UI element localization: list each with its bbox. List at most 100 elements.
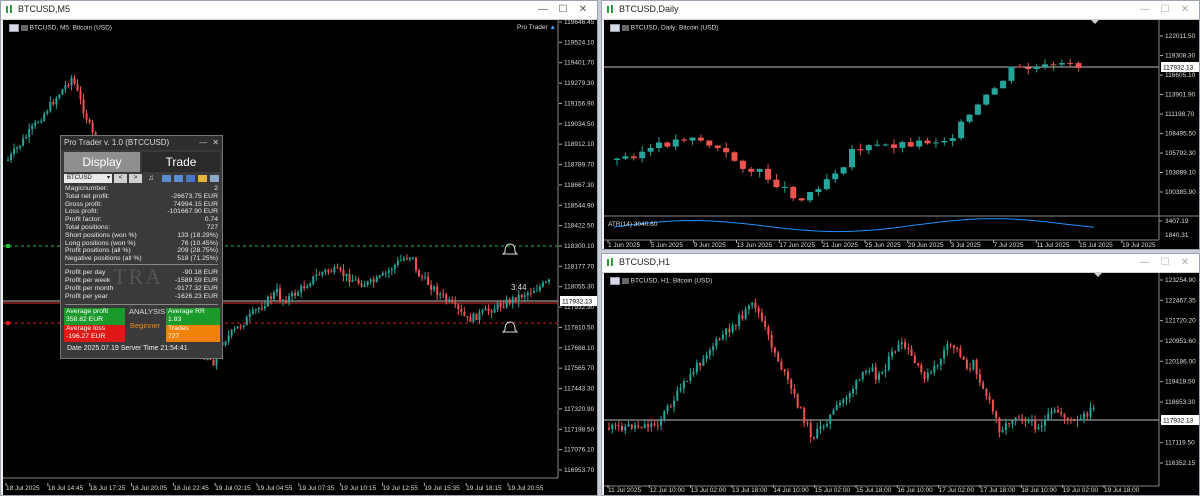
maximize-button[interactable]: ☐ <box>1157 256 1173 270</box>
candle-body <box>725 328 728 335</box>
candle-body <box>1050 64 1057 66</box>
candle-body <box>686 380 689 382</box>
close-button[interactable]: ✕ <box>1177 3 1193 17</box>
price-axis-label: 117565.70 <box>564 365 595 372</box>
candle-body <box>714 145 721 149</box>
chart-canvas-daily[interactable]: 122011.50 119308.30 116605.10 113901.90 1111… <box>604 20 1199 249</box>
candle-body <box>327 269 330 272</box>
candle-body <box>757 307 760 313</box>
stat-label: Profit positions (all %) <box>65 247 131 255</box>
stat-label: Magicnumber: <box>65 185 109 192</box>
price-axis-label: 119034.50 <box>564 121 595 128</box>
chart-window-h1[interactable]: BTCUSD,H1 — ☐ ✕ 123254.90 122467.35 121720… <box>601 253 1200 496</box>
divider <box>65 264 218 265</box>
candle-body <box>765 168 772 180</box>
candle-chart-icon[interactable] <box>174 175 183 182</box>
tab-display[interactable]: Display <box>64 152 140 172</box>
candle-body <box>731 152 738 161</box>
candle-body <box>333 267 336 273</box>
candle-body <box>291 292 294 297</box>
candle-body <box>538 286 541 291</box>
bell-icon[interactable]: ♫ <box>148 173 154 182</box>
candle-body <box>865 145 872 151</box>
candle-body <box>887 356 890 370</box>
candle-body <box>230 329 233 336</box>
window-titlebar[interactable]: BTCUSD,H1 — ☐ ✕ <box>602 254 1199 273</box>
candle-body <box>643 424 646 429</box>
time-axis-label: 29 Jun 2025 <box>908 242 944 249</box>
candle-body <box>1000 80 1007 89</box>
profit-value: -1626.23 EUR <box>174 293 218 300</box>
candle-body <box>634 425 637 429</box>
close-button[interactable]: ✕ <box>575 3 591 17</box>
window-titlebar[interactable]: BTCUSD,M5 — ☐ ✕ <box>1 1 597 20</box>
price-axis-label: 117688.10 <box>564 345 595 352</box>
candle-body <box>73 77 76 84</box>
chart-window-daily[interactable]: BTCUSD,Daily — ☐ ✕ 122011.50 119308.30 116… <box>601 0 1200 250</box>
candle-body <box>930 372 933 374</box>
stat-value: 518 (71.25%) <box>177 255 218 263</box>
candle-body <box>756 168 763 172</box>
price-axis-label: 116953.70 <box>564 467 595 474</box>
pro-trader-panel[interactable]: Pro Trader v. 1.0 (BTCCUSD) — ✕ Display … <box>60 135 223 359</box>
chart-window-m5[interactable]: BTCUSD,M5 — ☐ ✕ 119646.45 119524.10 119401… <box>0 0 598 496</box>
chart-canvas-h1[interactable]: 123254.90 122467.35 121720.20 120951.60 1201… <box>604 273 1199 495</box>
candle-body <box>460 309 463 312</box>
maximize-button[interactable]: ☐ <box>1157 3 1173 17</box>
candle-body <box>702 358 705 366</box>
candle-body <box>689 137 696 141</box>
time-axis-label: 3 Jul 2025 <box>951 242 981 249</box>
profit-row: Profit per week -1589.59 EUR <box>65 277 218 285</box>
candle-body <box>544 281 547 283</box>
price-axis-label: 120951.60 <box>1165 338 1196 345</box>
candle-body <box>890 144 897 148</box>
minimize-button[interactable]: — <box>1137 3 1153 17</box>
next-button[interactable]: > <box>129 174 142 183</box>
bar-chart-icon[interactable] <box>162 175 171 182</box>
shift-marker-icon <box>1094 273 1102 277</box>
candle-body <box>46 111 49 114</box>
candle-body <box>1092 407 1095 409</box>
candle-body <box>457 304 460 310</box>
time-axis-label: 21 Jun 2025 <box>822 242 858 249</box>
symbol-icon <box>621 278 629 284</box>
maximize-button[interactable]: ☐ <box>555 3 571 17</box>
chart-plot-daily[interactable]: 122011.50 119308.30 116605.10 113901.90 1111… <box>604 20 1199 249</box>
candle-body <box>855 380 858 389</box>
time-axis-label: 13 Jul 18:00 <box>732 487 768 494</box>
candle-body <box>82 99 85 114</box>
candle-body <box>451 299 454 303</box>
time-axis-label: 18 Jul 17:25 <box>90 485 126 492</box>
panel-minimize-button[interactable]: — <box>199 136 207 150</box>
close-button[interactable]: ✕ <box>1177 256 1193 270</box>
candle-body <box>22 138 25 146</box>
candle-body <box>206 358 209 360</box>
candle-body <box>28 129 31 138</box>
candle-body <box>697 137 704 141</box>
candle-body <box>541 282 544 287</box>
candle-body <box>647 147 654 152</box>
minimize-button[interactable]: — <box>1137 256 1153 270</box>
candle-body <box>472 313 475 322</box>
stat-value: 76 (10.45%) <box>180 239 218 247</box>
settings-icon[interactable] <box>210 175 219 182</box>
candle-body <box>493 308 496 313</box>
chart-plot-h1[interactable]: 123254.90 122467.35 121720.20 120951.60 1201… <box>604 273 1199 495</box>
line-chart-icon[interactable] <box>186 175 195 182</box>
candle-body <box>627 424 630 427</box>
candle-body <box>796 394 799 408</box>
candle-body <box>475 313 478 321</box>
panel-close-button[interactable]: ✕ <box>212 136 219 150</box>
price-axis-label: 123254.90 <box>1165 277 1196 284</box>
candle-body <box>848 393 851 398</box>
minimize-button[interactable]: — <box>535 3 551 17</box>
candle-body <box>282 299 285 302</box>
panel-title[interactable]: Pro Trader v. 1.0 (BTCCUSD) <box>61 136 222 150</box>
tab-trade[interactable]: Trade <box>142 152 220 172</box>
prev-button[interactable]: < <box>114 174 127 183</box>
folder-icon[interactable] <box>198 175 207 182</box>
stat-row: Negative positions (all %) 518 (71.25%) <box>65 255 218 263</box>
candle-body <box>1024 418 1027 422</box>
window-titlebar[interactable]: BTCUSD,Daily — ☐ ✕ <box>602 1 1199 20</box>
symbol-select[interactable]: BTCUSD ▾ <box>64 174 112 183</box>
